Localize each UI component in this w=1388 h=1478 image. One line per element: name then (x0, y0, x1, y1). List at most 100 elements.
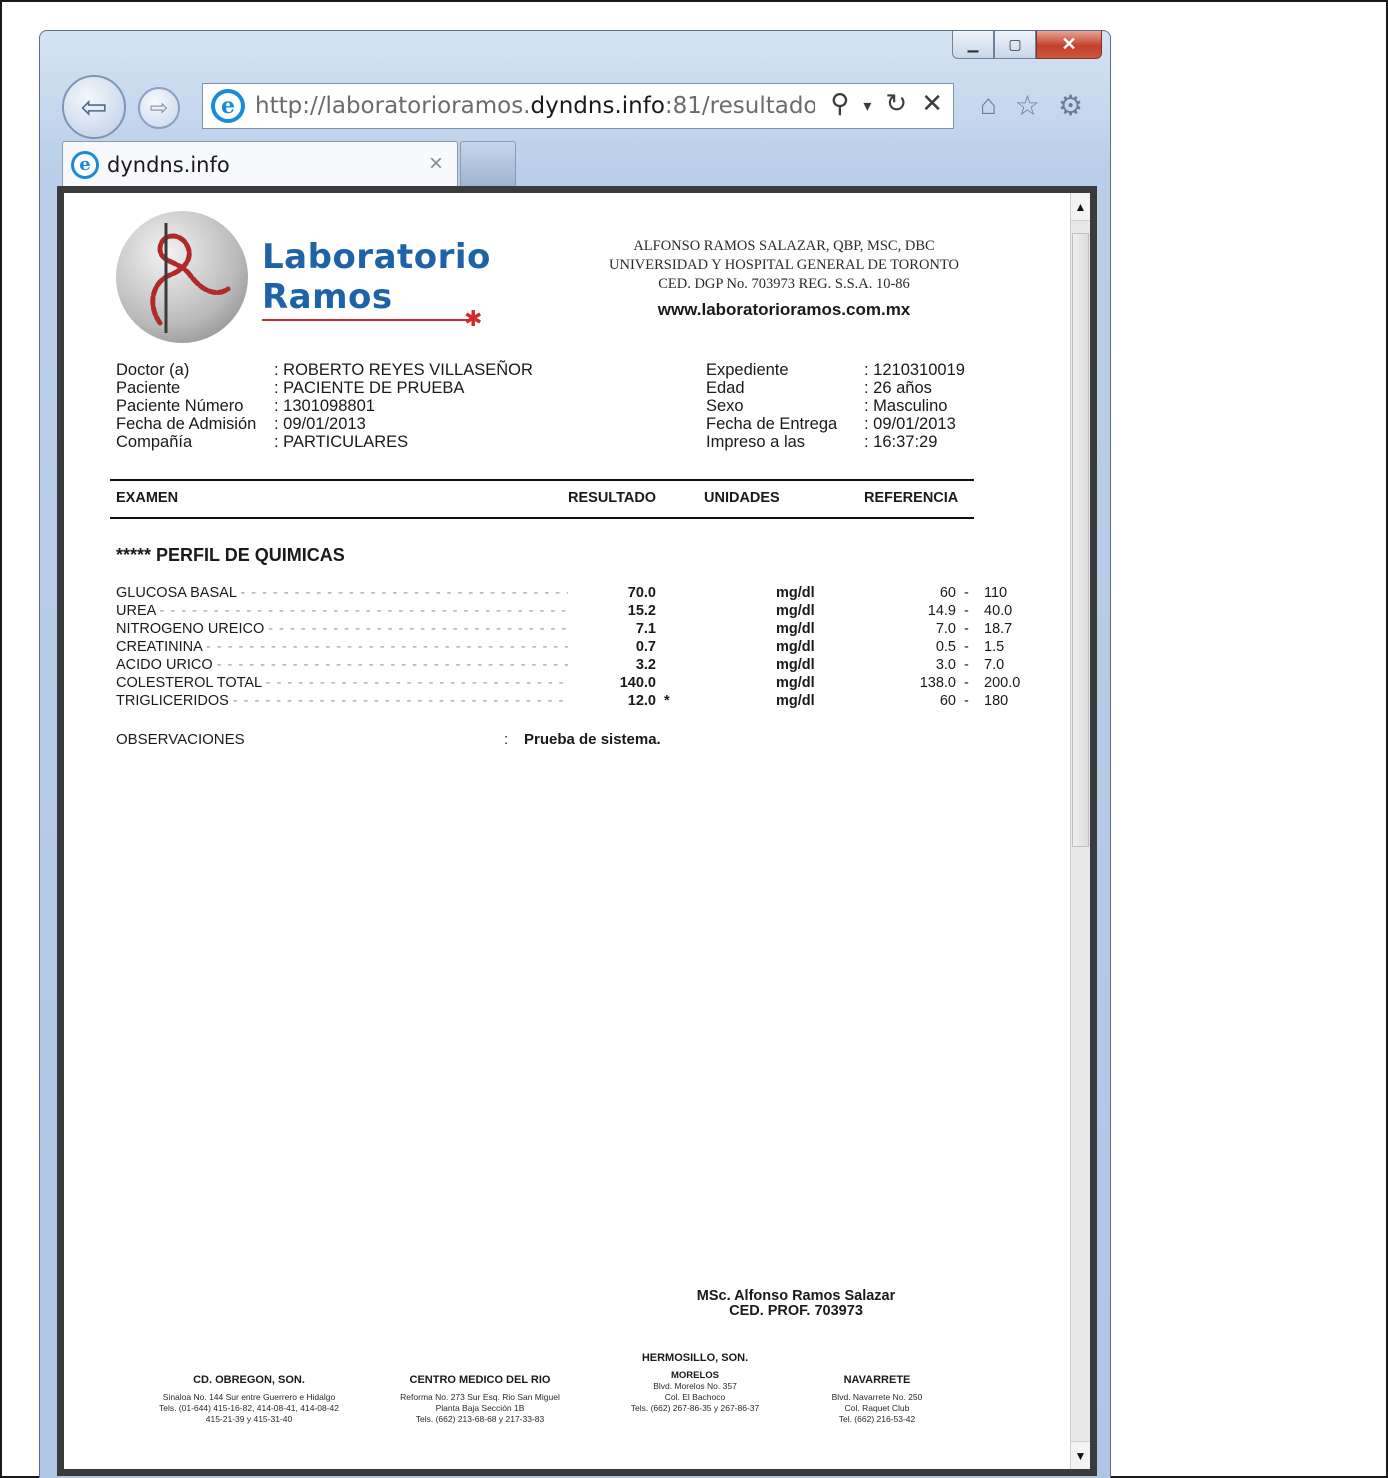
result-name: COLESTEROL TOTAL (116, 675, 262, 691)
internet-explorer-icon: e (211, 89, 245, 123)
info-row: Fecha de Admisión: 09/01/2013 (116, 415, 533, 433)
reference-low: 0.5 (935, 639, 956, 655)
info-row: Sexo: Masculino (706, 397, 965, 415)
result-row: COLESTEROL TOTAL - - - - - - - - - - - -… (116, 674, 1020, 692)
info-label: Edad (706, 379, 745, 397)
address-bar[interactable]: e http://laboratorioramos.dyndns.info:81… (202, 83, 954, 129)
footer-location-line: Blvd. Navarrete No. 250 (831, 1392, 923, 1402)
info-label: Paciente (116, 379, 181, 397)
logo-star-icon: ✱ (464, 306, 483, 331)
result-value: 3.2 (635, 657, 656, 673)
result-unit: mg/dl (776, 675, 815, 691)
close-window-button[interactable]: ✕ (1036, 31, 1102, 59)
scroll-thumb[interactable] (1072, 233, 1089, 847)
result-unit: mg/dl (776, 657, 815, 673)
result-unit: mg/dl (776, 621, 815, 637)
forward-arrow-icon: ⇨ (149, 95, 169, 120)
info-value: : Masculino (864, 397, 948, 415)
result-name-cell: CREATININA - - - - - - - - - - - - - - -… (116, 638, 568, 656)
stop-icon[interactable]: ✕ (921, 88, 943, 119)
info-row: Edad : 26 años (706, 379, 965, 397)
info-label: Doctor (a) (116, 361, 190, 379)
result-row: CREATININA - - - - - - - - - - - - - - -… (116, 638, 1004, 656)
page-viewport: Laboratorio Ramos ✱ ALFONSO RAMOS SALAZA… (64, 193, 1070, 1469)
logo-line-2: Ramos (262, 277, 393, 317)
footer-location-title: NAVARRETE (843, 1374, 911, 1386)
logo-underline (262, 319, 472, 321)
footer-location-line: Tel. (662) 216-53-42 (838, 1414, 916, 1424)
result-name-cell: UREA - - - - - - - - - - - - - - - - - -… (116, 602, 568, 620)
result-row: UREA - - - - - - - - - - - - - - - - - -… (116, 602, 1012, 620)
info-value: : PACIENTE DE PRUEBA (274, 379, 465, 397)
lab-report: Laboratorio Ramos ✱ ALFONSO RAMOS SALAZA… (64, 193, 1070, 1469)
lab-header-line-3: CED. DGP No. 703973 REG. S.S.A. 10-86 (658, 276, 910, 292)
command-icons: ⌂ ☆ ⚙ (980, 89, 1083, 122)
result-name-cell: GLUCOSA BASAL - - - - - - - - - - - - - … (116, 584, 568, 602)
lab-logo-icon (116, 211, 248, 343)
leader-dots: - - - - - - - - - - - - - - - - - - - - … (216, 657, 568, 673)
result-name: ACIDO URICO (116, 657, 213, 673)
reference-dash: - (964, 693, 969, 709)
page-frame: ▁ ▢ ✕ ⇦ ⇨ e http://laboratorioramos.dynd… (0, 0, 1388, 1478)
info-row: Expediente: 1210310019 (706, 361, 965, 379)
address-url[interactable]: http://laboratorioramos.dyndns.info:81/r… (255, 93, 815, 119)
signature-ced: CED. PROF. 703973 (729, 1303, 863, 1319)
reference-low: 60 (939, 585, 956, 601)
footer-location-subtitle: MORELOS (670, 1370, 720, 1381)
patient-info-right: Expediente: 1210310019 Edad : 26 años Sex… (706, 361, 965, 451)
reference-high: 1.5 (984, 639, 1005, 655)
forward-button[interactable]: ⇨ (138, 87, 180, 129)
home-icon[interactable]: ⌂ (980, 89, 997, 122)
result-unit: mg/dl (776, 693, 815, 709)
scroll-up-arrow-icon[interactable]: ▲ (1071, 193, 1090, 221)
result-value: 0.7 (635, 639, 656, 655)
dropdown-icon[interactable]: ▾ (863, 88, 871, 119)
column-reference: REFERENCIA (864, 490, 959, 506)
scroll-down-arrow-icon[interactable]: ▼ (1071, 1441, 1090, 1469)
search-icon[interactable]: ⚲ (830, 88, 849, 119)
navigation-bar: ⇦ ⇨ e http://laboratorioramos.dyndns.inf… (62, 75, 1102, 139)
result-row: TRIGLICERIDOS - - - - - - - - - - - - - … (116, 692, 1008, 710)
favorites-star-icon[interactable]: ☆ (1015, 89, 1040, 122)
tab-active[interactable]: e dyndns.info × (62, 141, 458, 187)
reference-dash: - (964, 621, 969, 637)
signature-block: MSc. Alfonso Ramos Salazar CED. PROF. 70… (646, 1289, 946, 1319)
info-value: : 09/01/2013 (274, 415, 366, 433)
content-frame: Laboratorio Ramos ✱ ALFONSO RAMOS SALAZA… (57, 186, 1097, 1476)
result-name-cell: COLESTEROL TOTAL - - - - - - - - - - - -… (116, 674, 568, 692)
info-label: Expediente (706, 361, 789, 379)
new-tab-button[interactable] (460, 141, 516, 187)
result-value: 12.0 (627, 693, 656, 709)
maximize-button[interactable]: ▢ (994, 31, 1036, 59)
column-units: UNIDADES (704, 490, 780, 506)
footer-location-line: Tels. (662) 267-86-35 y 267-86-37 (630, 1403, 760, 1413)
result-name: UREA (116, 603, 156, 619)
result-name: GLUCOSA BASAL (116, 585, 237, 601)
info-row: Paciente Número: 1301098801 (116, 397, 533, 415)
result-value: 140.0 (619, 675, 656, 691)
info-value: : 1301098801 (274, 397, 375, 415)
info-value: : 26 años (864, 379, 932, 397)
footer-location: NAVARRETE Blvd. Navarrete No. 250 Col. Raq… (802, 1375, 952, 1425)
footer-location-title: HERMOSILLO, SON. (641, 1352, 749, 1364)
observations-label: OBSERVACIONES (116, 731, 245, 748)
reference-high: 110 (984, 585, 1008, 601)
leader-dots: - - - - - - - - - - - - - - - - - - - - … (232, 693, 568, 709)
leader-dots: - - - - - - - - - - - - - - - - - - - - … (240, 585, 568, 601)
info-row: Compañía: PARTICULARES (116, 433, 533, 451)
tools-gear-icon[interactable]: ⚙ (1058, 89, 1083, 122)
refresh-icon[interactable]: ↻ (885, 88, 907, 119)
url-domain: dyndns.info (530, 93, 665, 119)
tab-close-icon[interactable]: × (429, 150, 443, 178)
footer-location-title: CD. OBREGON, SON. (193, 1374, 305, 1386)
lab-header-line-1: ALFONSO RAMOS SALAZAR, QBP, MSC, DBC (633, 238, 935, 254)
lab-website: www.laboratorioramos.com.mx (657, 300, 911, 319)
vertical-scrollbar[interactable]: ▲ ▼ (1070, 193, 1090, 1469)
reference-dash: - (964, 657, 969, 673)
window-caption-buttons: ▁ ▢ ✕ (952, 31, 1102, 59)
back-button[interactable]: ⇦ (62, 75, 126, 139)
info-value: : ROBERTO REYES VILLASEÑOR (274, 361, 533, 379)
reference-low: 60 (939, 693, 956, 709)
patient-info-left: Doctor (a) : ROBERTO REYES VILLASEÑOR Pac… (116, 361, 533, 451)
minimize-button[interactable]: ▁ (952, 31, 994, 59)
